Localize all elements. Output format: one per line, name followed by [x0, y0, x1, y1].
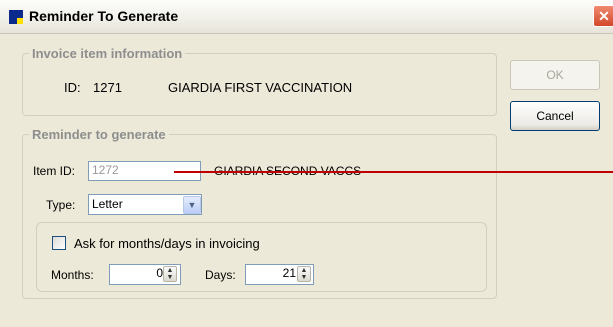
invoice-item-legend: Invoice item information: [32, 46, 183, 61]
days-spinner[interactable]: ▲ ▼: [297, 266, 311, 282]
type-select-value: Letter: [92, 197, 123, 211]
invoice-id-value: 1271: [93, 80, 122, 95]
dropdown-arrow-icon[interactable]: ▼: [183, 196, 201, 214]
reminder-legend: Reminder to generate: [32, 127, 166, 142]
title-bar[interactable]: Reminder To Generate ✕: [0, 0, 613, 34]
ask-months-days-checkbox[interactable]: [52, 236, 66, 250]
months-spinner[interactable]: ▲ ▼: [163, 266, 177, 282]
window-title: Reminder To Generate: [29, 8, 179, 24]
invoice-id-label: ID:: [64, 80, 81, 95]
ask-months-days-label[interactable]: Ask for months/days in invoicing: [74, 236, 260, 251]
months-label: Months:: [51, 268, 94, 282]
item-id-label: Item ID:: [33, 164, 76, 178]
annotation-line: [174, 171, 613, 173]
invoice-item-description: GIARDIA FIRST VACCINATION: [168, 80, 353, 95]
app-icon: [9, 10, 23, 24]
cancel-button[interactable]: Cancel: [510, 101, 600, 131]
ok-button[interactable]: OK: [510, 60, 600, 90]
close-button[interactable]: ✕: [593, 5, 613, 27]
days-label: Days:: [205, 268, 236, 282]
type-label: Type:: [46, 198, 76, 212]
